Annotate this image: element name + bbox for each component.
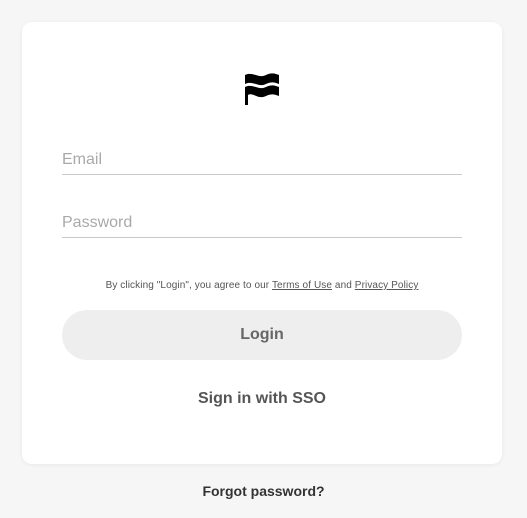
privacy-policy-link[interactable]: Privacy Policy xyxy=(355,280,419,291)
sso-signin-link[interactable]: Sign in with SSO xyxy=(62,390,462,408)
email-field[interactable] xyxy=(62,148,462,175)
terms-notice: By clicking "Login", you agree to our Te… xyxy=(62,280,462,291)
password-field[interactable] xyxy=(62,211,462,238)
terms-prefix: By clicking "Login", you agree to our xyxy=(105,280,272,291)
login-button[interactable]: Login xyxy=(62,310,462,360)
forgot-password-link[interactable]: Forgot password? xyxy=(0,483,527,499)
login-card: By clicking "Login", you agree to our Te… xyxy=(22,22,502,464)
terms-middle: and xyxy=(332,280,355,291)
wavy-flag-logo-icon xyxy=(245,73,279,105)
email-input[interactable] xyxy=(62,148,462,172)
terms-of-use-link[interactable]: Terms of Use xyxy=(272,280,332,291)
password-input[interactable] xyxy=(62,211,462,235)
